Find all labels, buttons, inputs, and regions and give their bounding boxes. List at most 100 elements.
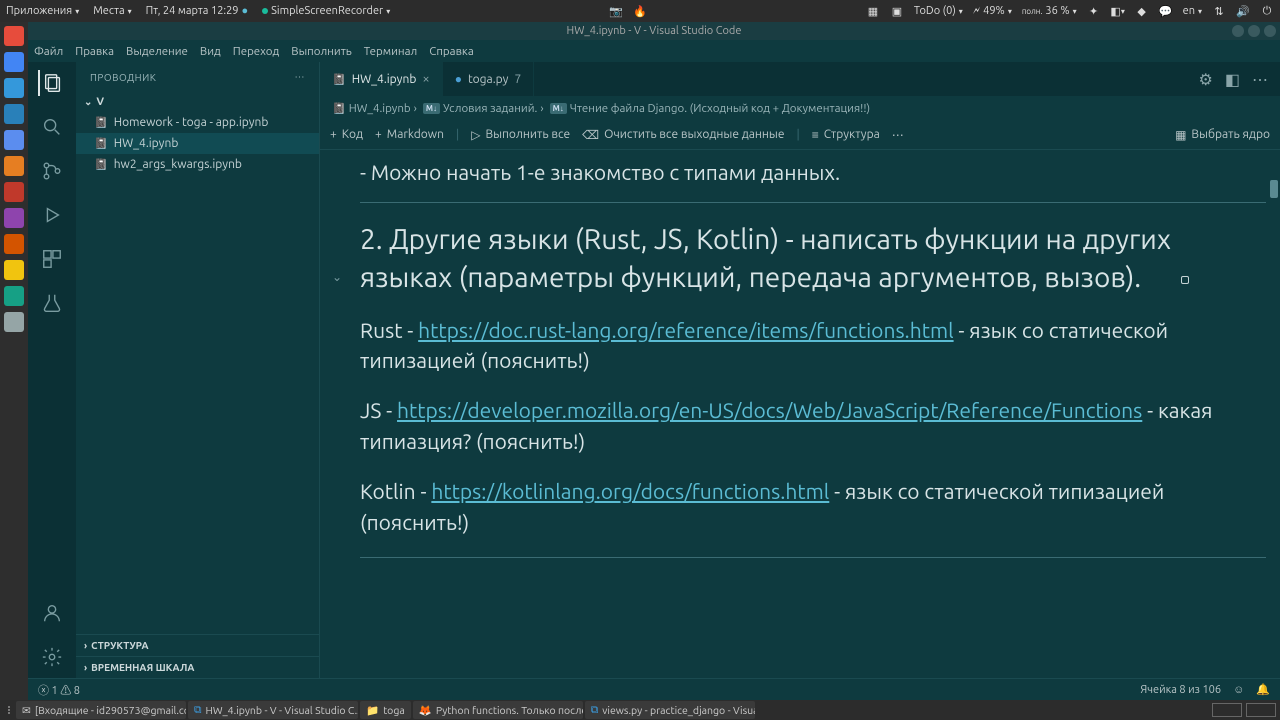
markdown-heading: 2. Другие языки (Rust, JS, Kotlin) - нап… [360, 221, 1266, 297]
settings-icon[interactable] [39, 644, 65, 670]
dropbox-icon[interactable]: ◆ [1135, 4, 1149, 18]
menu-view[interactable]: Вид [200, 45, 221, 58]
clear-outputs-button[interactable]: ⌫ Очистить все выходные данные [582, 128, 784, 142]
debug-icon[interactable] [39, 202, 65, 228]
file-item[interactable]: 📓Homework - toga - app.ipynb [76, 112, 319, 133]
launcher-app[interactable] [4, 104, 24, 124]
markdown-text: JS - https://developer.mozilla.org/en-US… [360, 395, 1266, 456]
tab-toga[interactable]: ● toga.py 7 [443, 62, 535, 96]
outline-button[interactable]: ≡ Структура [812, 128, 880, 142]
collapse-cell-icon[interactable]: ⌄ [332, 270, 342, 284]
workspace-switcher[interactable] [1246, 703, 1276, 717]
menu-bar: Файл Правка Выделение Вид Переход Выполн… [28, 40, 1280, 62]
notebook-icon: 📓 [94, 137, 108, 150]
todo-indicator[interactable]: ToDo (0)▾ [914, 5, 963, 17]
python-icon: ● [455, 72, 462, 86]
menu-edit[interactable]: Правка [75, 45, 114, 58]
volume-icon[interactable]: 🔊 [1236, 4, 1250, 18]
launcher-app[interactable] [4, 26, 24, 46]
menu-run[interactable]: Выполнить [291, 45, 352, 58]
folder-root[interactable]: ⌄V [76, 92, 319, 112]
testing-icon[interactable] [39, 290, 65, 316]
launcher-app[interactable] [4, 260, 24, 280]
timeline-section[interactable]: ›ВРЕМЕННАЯ ШКАЛА [76, 656, 319, 678]
minimize-button[interactable] [1232, 25, 1244, 37]
search-icon[interactable] [39, 114, 65, 140]
extension-icon[interactable]: ✦ [1087, 4, 1101, 18]
launcher-app[interactable] [4, 234, 24, 254]
cell-position[interactable]: Ячейка 8 из 106 [1140, 684, 1221, 696]
rust-link[interactable]: https://doc.rust-lang.org/reference/item… [418, 318, 953, 342]
file-item[interactable]: 📓hw2_args_kwargs.ipynb [76, 154, 319, 175]
explorer-header: ПРОВОДНИК ⋯ [76, 62, 319, 92]
kotlin-link[interactable]: https://kotlinlang.org/docs/functions.ht… [431, 479, 829, 503]
window-icon[interactable]: ◧▾ [1111, 4, 1125, 18]
applications-menu[interactable]: Приложения▾ [6, 5, 79, 17]
split-editor-icon[interactable]: ◧ [1225, 70, 1240, 89]
launcher-app[interactable] [4, 208, 24, 228]
tab-hw4[interactable]: 📓 HW_4.ipynb × [320, 62, 443, 96]
run-all-button[interactable]: ▷ Выполнить все [471, 128, 570, 142]
flame-icon[interactable]: 🔥 [633, 4, 647, 18]
launcher-app[interactable] [4, 130, 24, 150]
menu-selection[interactable]: Выделение [126, 45, 188, 58]
launcher-app[interactable] [4, 182, 24, 202]
datetime[interactable]: Пт, 24 марта 12:29 ● [146, 5, 249, 17]
taskbar-item[interactable]: 📁 toga [360, 701, 411, 719]
activity-bar [28, 62, 76, 678]
keyboard-layout[interactable]: en▾ [1183, 5, 1202, 17]
breadcrumb[interactable]: 📓HW_4.ipynb › M↓Условия заданий. › M↓Чте… [320, 96, 1280, 120]
explorer-icon[interactable] [38, 70, 64, 96]
extensions-icon[interactable] [39, 246, 65, 272]
places-menu[interactable]: Места▾ [93, 5, 131, 17]
outline-section[interactable]: ›СТРУКТУРА [76, 634, 319, 656]
add-code-button[interactable]: + Код [330, 128, 363, 141]
tray-icon[interactable]: ▦ [866, 4, 880, 18]
more-actions-icon[interactable]: ⋯ [1252, 70, 1268, 89]
launcher-app[interactable] [4, 286, 24, 306]
maximize-button[interactable] [1248, 25, 1260, 37]
battery-2[interactable]: полн. 36 %▾ [1022, 5, 1077, 17]
more-icon[interactable]: ⋯ [892, 128, 904, 142]
run-settings-icon[interactable]: ⚙ [1199, 70, 1213, 89]
taskbar-item[interactable]: 🦊 Python functions. Только после эт... [413, 701, 583, 719]
battery-1[interactable]: 🗲 49%▾ [973, 5, 1012, 18]
account-icon[interactable] [39, 600, 65, 626]
feedback-icon[interactable]: ☺ [1233, 684, 1244, 696]
js-link[interactable]: https://developer.mozilla.org/en-US/docs… [397, 398, 1142, 422]
notebook-icon: 📓 [332, 102, 346, 115]
editor-area: 📓 HW_4.ipynb × ● toga.py 7 ⚙ ◧ ⋯ 📓HW_4.i… [320, 62, 1280, 678]
menu-file[interactable]: Файл [34, 45, 63, 58]
menu-terminal[interactable]: Терминал [364, 45, 418, 58]
notebook-content[interactable]: ⌄ - Можно начать 1-е знакомство с типами… [320, 150, 1280, 678]
taskbar-item[interactable]: ✉ [Входящие - id290573@gmail.co... [16, 701, 186, 719]
chat-icon[interactable]: 💬 [1159, 4, 1173, 18]
taskbar-item[interactable]: ⧉ HW_4.ipynb - V - Visual Studio C... [188, 701, 358, 719]
menu-go[interactable]: Переход [233, 45, 279, 58]
network-icon[interactable]: ⇅ [1212, 4, 1226, 18]
taskbar-item[interactable]: ⧉ views.py - practice_django - Visua... [585, 701, 755, 719]
notifications-icon[interactable]: 🔔 [1256, 683, 1270, 696]
source-control-icon[interactable] [39, 158, 65, 184]
close-button[interactable] [1264, 25, 1276, 37]
scrollbar[interactable] [1268, 150, 1280, 678]
screen-recorder-indicator[interactable]: SimpleScreenRecorder▾ [262, 5, 390, 17]
launcher-app[interactable] [4, 312, 24, 332]
launcher-app[interactable] [4, 52, 24, 72]
menu-help[interactable]: Справка [429, 45, 473, 58]
divider [360, 202, 1266, 203]
add-markdown-button[interactable]: + Markdown [375, 128, 444, 141]
select-kernel-button[interactable]: ▦ Выбрать ядро [1175, 128, 1270, 142]
workspace-switcher[interactable] [1212, 703, 1242, 717]
launcher-app[interactable] [4, 156, 24, 176]
system-panel: Приложения▾ Места▾ Пт, 24 марта 12:29 ● … [0, 0, 1280, 22]
power-icon[interactable]: ⏻ [1260, 4, 1274, 18]
launcher-app[interactable] [4, 78, 24, 98]
markdown-badge: M↓ [423, 103, 440, 114]
problems-indicator[interactable]: ⓧ 1 ⚠ 8 [38, 682, 80, 698]
tray-icon[interactable]: ▣ [890, 4, 904, 18]
camera-icon[interactable]: 📷 [609, 4, 623, 18]
close-tab-icon[interactable]: × [422, 72, 429, 86]
file-item[interactable]: 📓HW_4.ipynb [76, 133, 319, 154]
more-icon[interactable]: ⋯ [295, 71, 306, 83]
